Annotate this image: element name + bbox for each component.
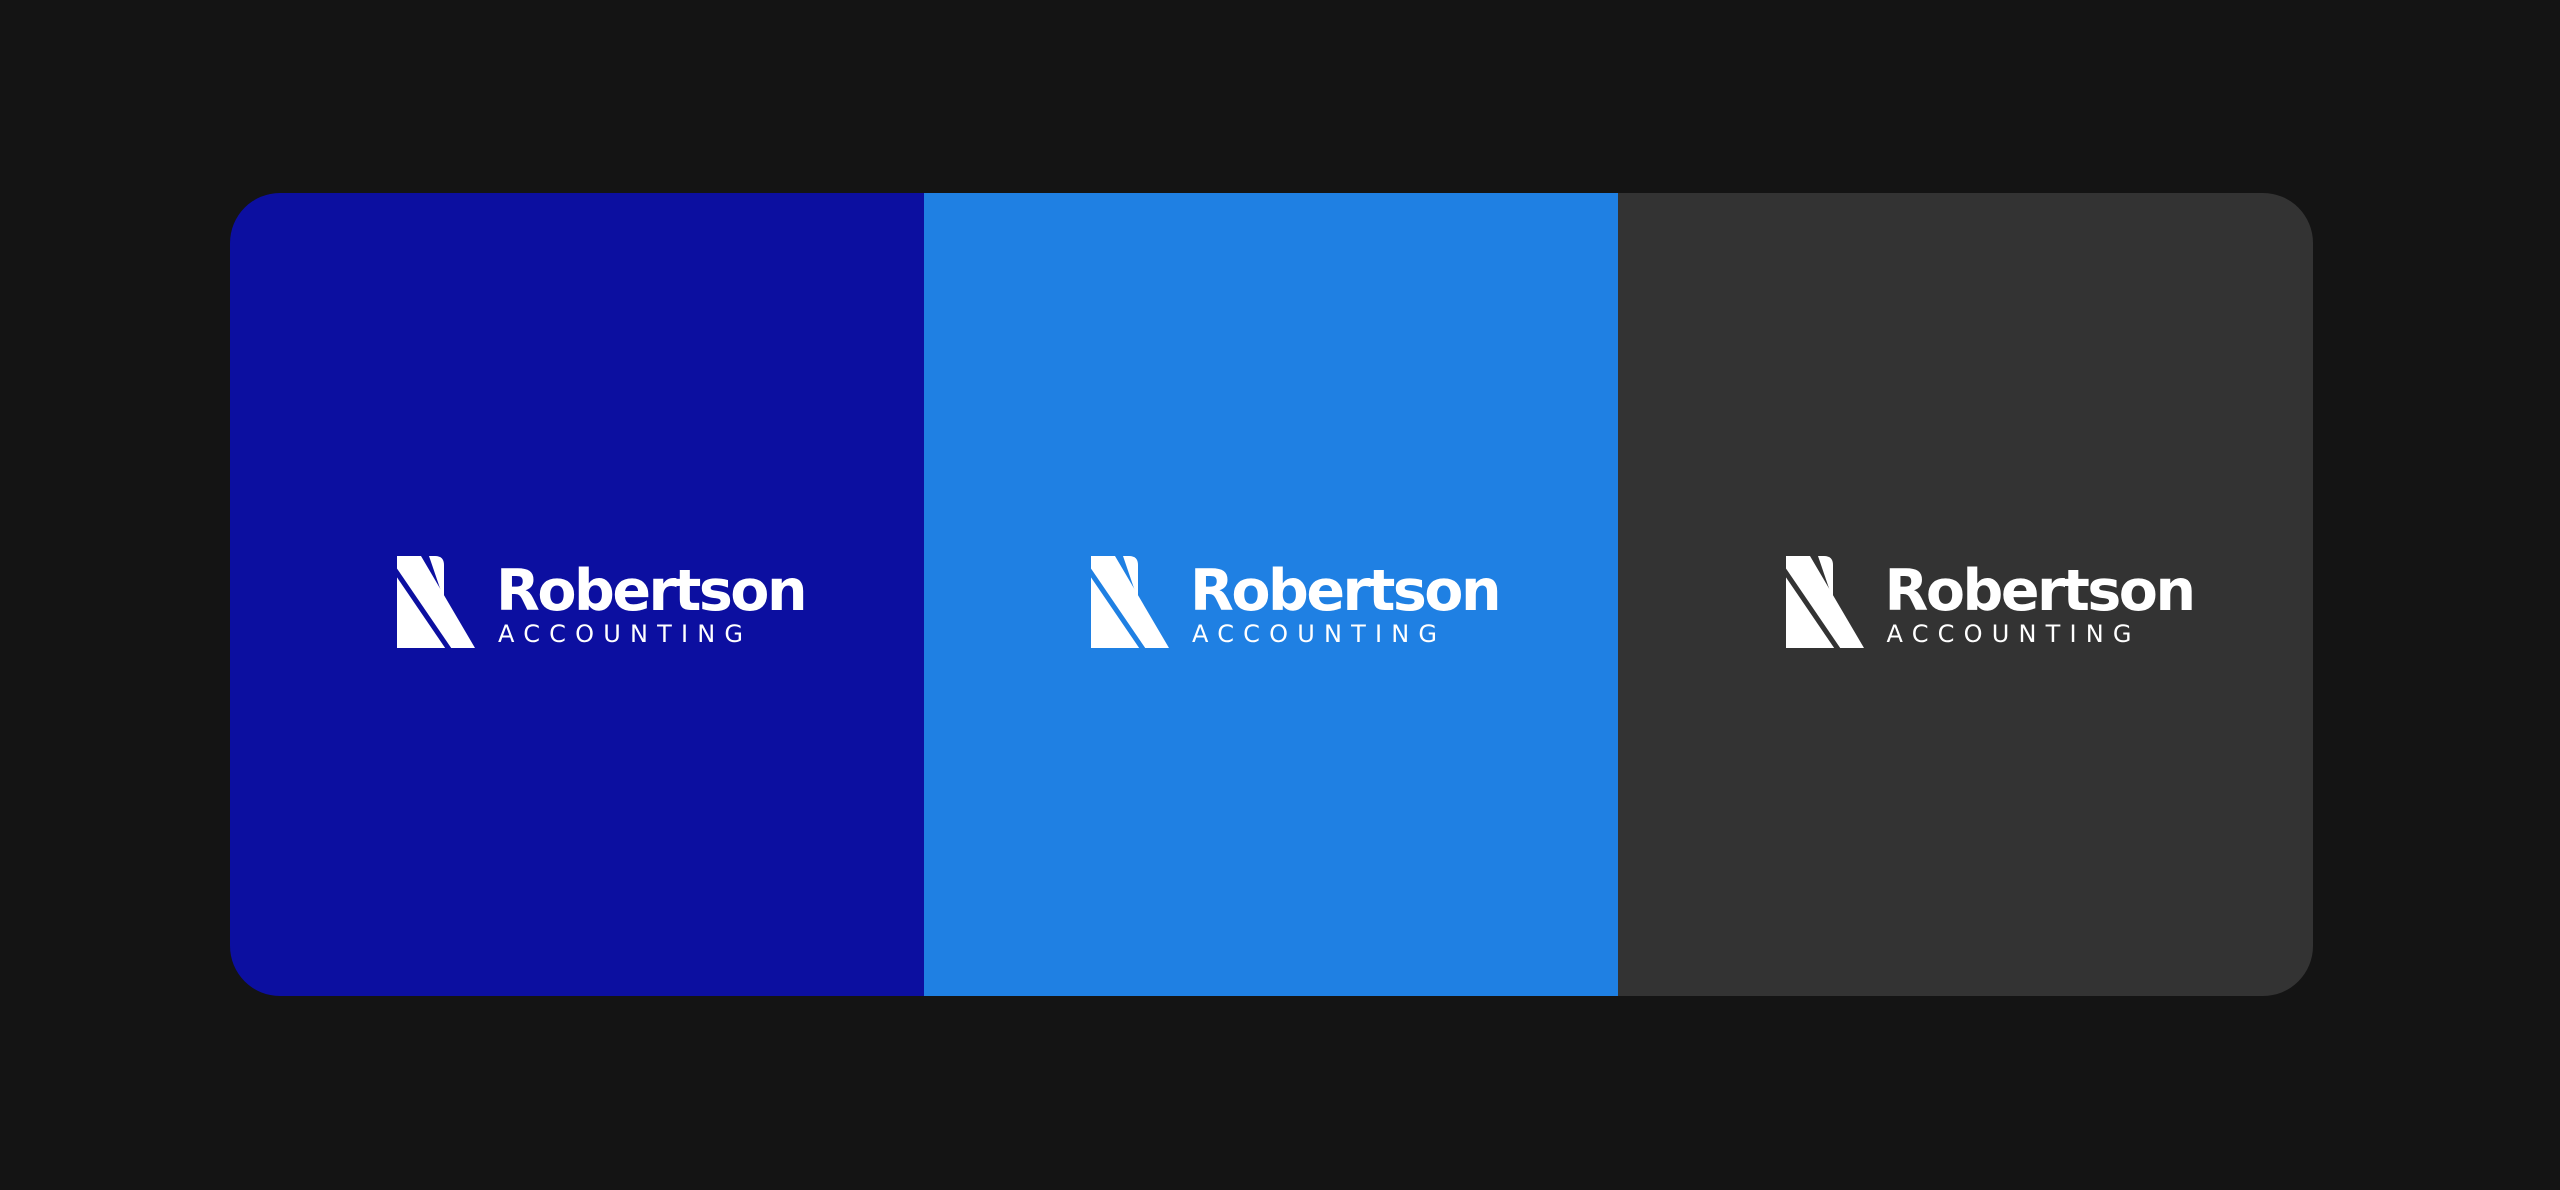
panel-navy: Robertson ACCOUNTING [230, 193, 924, 996]
brand-name: Robertson [1884, 557, 2197, 624]
r-slash-mark-icon [1785, 555, 1864, 648]
brand-logo: Robertson ACCOUNTING [397, 555, 808, 648]
brand-name: Robertson [1190, 557, 1502, 624]
wordmark: Robertson ACCOUNTING [496, 557, 808, 648]
brand-logo: Robertson ACCOUNTING [1091, 555, 1502, 648]
wordmark: Robertson ACCOUNTING [1884, 557, 2197, 648]
brand-logo: Robertson ACCOUNTING [1785, 555, 2196, 648]
r-slash-mark-icon [397, 555, 475, 648]
brand-name: Robertson [496, 557, 808, 624]
r-slash-mark-icon [1091, 555, 1169, 648]
wordmark: Robertson ACCOUNTING [1190, 557, 1502, 648]
logo-color-variants-board: Robertson ACCOUNTING Robertson ACCOUNTIN… [230, 193, 2313, 996]
panel-blue: Robertson ACCOUNTING [924, 193, 1618, 996]
panel-charcoal: Robertson ACCOUNTING [1618, 193, 2313, 996]
brand-subtitle: ACCOUNTING [1886, 619, 2141, 648]
brand-subtitle: ACCOUNTING [498, 619, 753, 648]
brand-subtitle: ACCOUNTING [1192, 619, 1447, 648]
